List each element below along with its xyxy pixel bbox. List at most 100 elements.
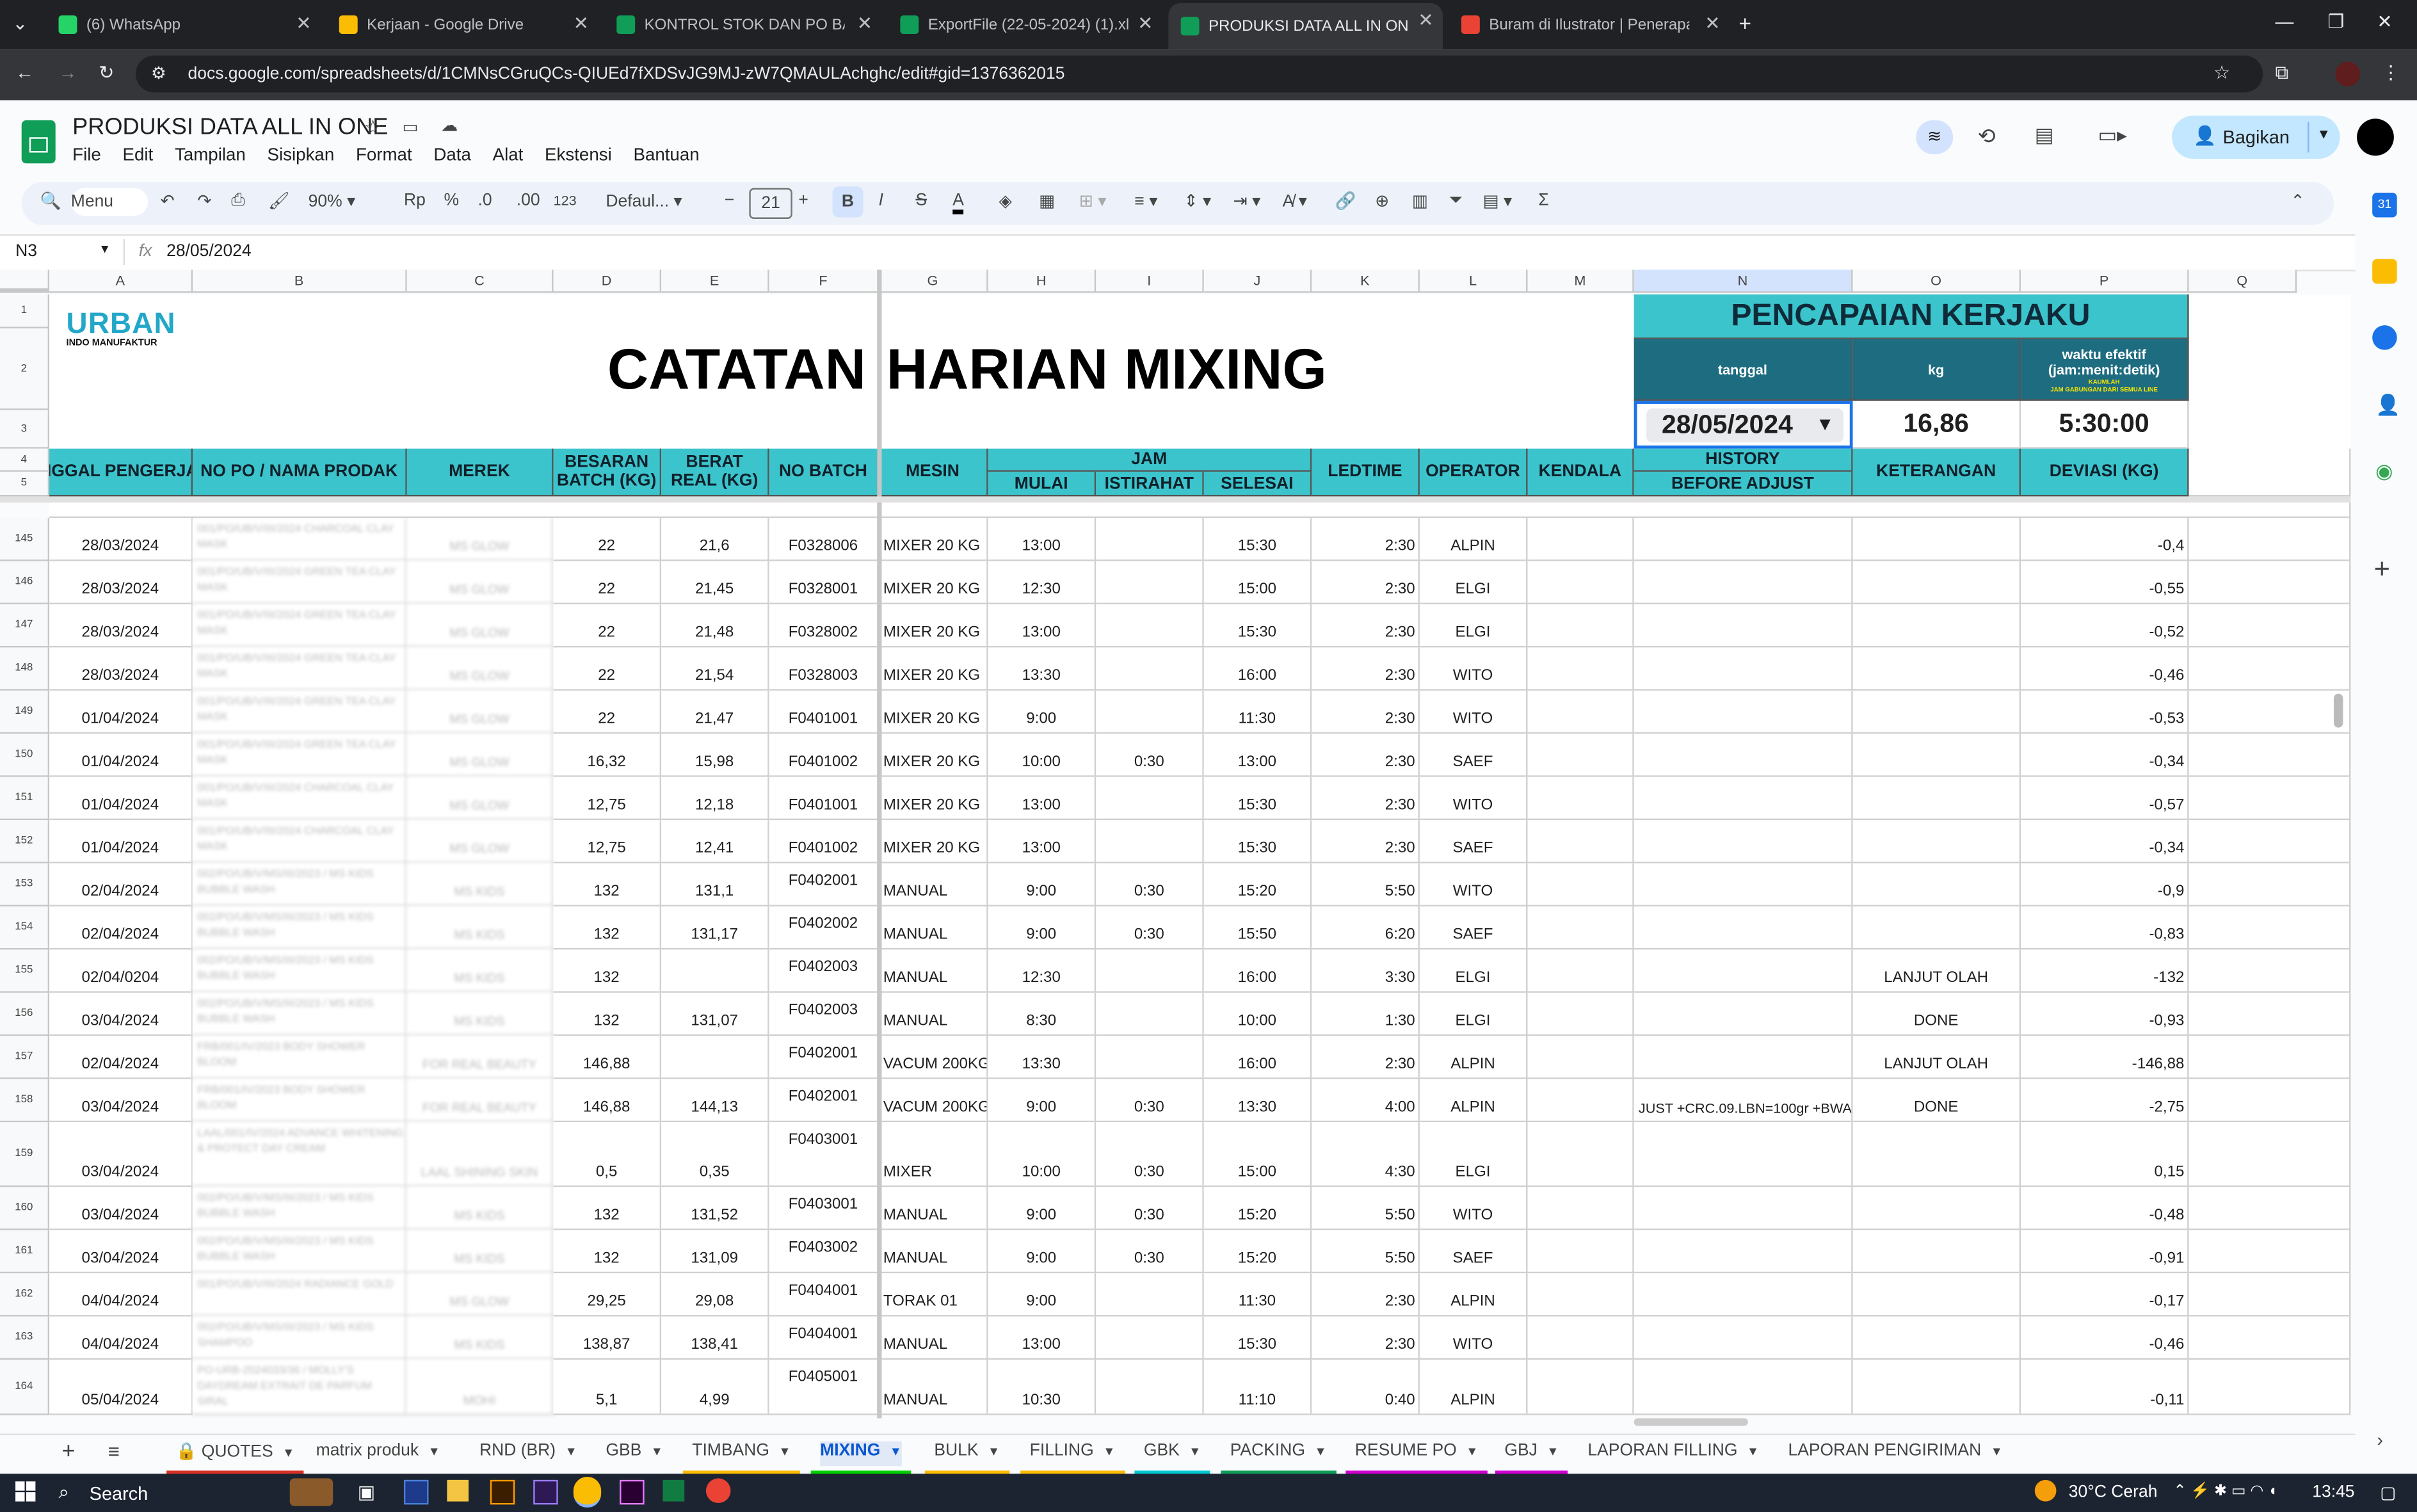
cell-merek[interactable]: MS GLOW: [406, 1273, 554, 1317]
cell-history[interactable]: [1634, 604, 1853, 648]
cell-mulai[interactable]: 13:30: [988, 647, 1096, 691]
cell-ledtime[interactable]: 2:30: [1312, 690, 1420, 734]
cell-merek[interactable]: MS KIDS: [406, 906, 554, 950]
cell-selesai[interactable]: 16:00: [1203, 647, 1312, 691]
paint-format-icon[interactable]: 🖌: [268, 191, 290, 211]
explore-icon[interactable]: ≋: [1916, 120, 1954, 154]
cell-merek[interactable]: LAAL SHINING SKIN: [406, 1122, 554, 1187]
cell-selesai[interactable]: 13:30: [1203, 1079, 1312, 1123]
row-header[interactable]: 164: [0, 1359, 50, 1415]
cell-ledtime[interactable]: 6:20: [1312, 906, 1420, 950]
windows-start-icon[interactable]: [15, 1481, 37, 1503]
cell-besaran[interactable]: 22: [553, 518, 662, 561]
redo-icon[interactable]: ↷: [197, 191, 211, 211]
cell-empty[interactable]: [2188, 647, 2351, 691]
column-header-M[interactable]: M: [1527, 269, 1634, 293]
cell-nopo[interactable]: PO-URB-2024033/36 / MOLLY'S DAYDREAM EXT…: [193, 1359, 407, 1415]
cell-deviasi[interactable]: -0,55: [2021, 561, 2189, 604]
menu-alat[interactable]: Alat: [493, 147, 524, 165]
cell-istirahat[interactable]: 0:30: [1096, 906, 1204, 950]
cell-merek[interactable]: FOR REAL BEAUTY: [406, 1036, 554, 1079]
add-sheet-icon[interactable]: +: [61, 1438, 75, 1465]
cell-merek[interactable]: MS GLOW: [406, 690, 554, 734]
cell-mesin[interactable]: VACUM 200KG: [878, 1079, 988, 1123]
cell-berat[interactable]: 131,17: [661, 906, 769, 950]
cell-deviasi[interactable]: -0,11: [2021, 1359, 2189, 1415]
browser-tab[interactable]: Kerjaan - Google Drive ✕: [327, 6, 598, 44]
cell-berat[interactable]: 12,18: [661, 776, 769, 821]
cell-istirahat[interactable]: 0:30: [1096, 1079, 1204, 1123]
cell-operator[interactable]: SAEF: [1419, 906, 1528, 950]
cell-besaran[interactable]: 12,75: [553, 820, 662, 864]
cell-tanggal[interactable]: 01/04/2024: [49, 690, 193, 734]
task-view-icon[interactable]: ▣: [358, 1481, 375, 1503]
sheet-tab-packing[interactable]: PACKING ▼: [1221, 1442, 1336, 1476]
row-header[interactable]: 163: [0, 1316, 50, 1360]
chrome-taskbar-icon[interactable]: [573, 1477, 602, 1508]
cell-deviasi[interactable]: 0,15: [2021, 1122, 2189, 1187]
row-header[interactable]: 160: [0, 1187, 50, 1230]
text-color-icon[interactable]: A: [952, 191, 964, 214]
cell-nobatch[interactable]: F0405001: [769, 1359, 879, 1415]
sheet-tab-dropdown-icon[interactable]: ▼: [1189, 1444, 1201, 1458]
column-header-P[interactable]: P: [2021, 269, 2189, 293]
cell-tanggal[interactable]: 02/04/2024: [49, 863, 193, 906]
cell-nopo[interactable]: 001/PO/UB/V/III/2024 GREEN TEA CLAY MASK: [193, 604, 407, 648]
menu-tampilan[interactable]: Tampilan: [175, 147, 246, 165]
cell-ledtime[interactable]: 2:30: [1312, 604, 1420, 648]
cell-nopo[interactable]: 001/PO/UB/V/III/2024 GREEN TEA CLAY MASK: [193, 561, 407, 604]
cell-mesin[interactable]: MIXER 20 KG: [878, 604, 988, 648]
sheet-tab-gbk[interactable]: GBK ▼: [1134, 1442, 1210, 1476]
cell-mulai[interactable]: 9:00: [988, 1230, 1096, 1274]
column-header-C[interactable]: C: [406, 269, 554, 293]
calendar-icon[interactable]: 31: [2372, 193, 2397, 218]
cell-mesin[interactable]: MIXER 20 KG: [878, 690, 988, 734]
cell-empty[interactable]: [2188, 906, 2351, 950]
cell-operator[interactable]: ELGI: [1419, 604, 1528, 648]
decrease-decimal-button[interactable]: .0: [478, 191, 492, 210]
cell-empty[interactable]: [2188, 1273, 2351, 1317]
cell-empty[interactable]: [2188, 690, 2351, 734]
cell-nopo[interactable]: FRB/001/IV/2023 BODY SHOWER BLOOM: [193, 1079, 407, 1123]
cell-merek[interactable]: MS GLOW: [406, 561, 554, 604]
cell-operator[interactable]: WITO: [1419, 690, 1528, 734]
menu-data[interactable]: Data: [433, 147, 471, 165]
insert-link-icon[interactable]: 🔗: [1335, 191, 1356, 211]
insert-comment-icon[interactable]: ⊕: [1375, 191, 1389, 211]
cell-history[interactable]: [1634, 561, 1853, 604]
cell-keterangan[interactable]: [1852, 1187, 2021, 1230]
cell-istirahat[interactable]: 0:30: [1096, 1122, 1204, 1187]
cell-berat[interactable]: 21,47: [661, 690, 769, 734]
cell-istirahat[interactable]: [1096, 647, 1204, 691]
cell-tanggal[interactable]: 02/04/2024: [49, 906, 193, 950]
excel-taskbar-icon[interactable]: [662, 1479, 685, 1502]
row-header[interactable]: 146: [0, 561, 50, 604]
show-side-panel-icon[interactable]: ›: [2377, 1429, 2383, 1451]
cell-empty[interactable]: [2188, 949, 2351, 993]
sheet-tab-gbj[interactable]: GBJ ▼: [1495, 1442, 1568, 1476]
cell-ledtime[interactable]: 1:30: [1312, 992, 1420, 1036]
column-header-F[interactable]: F: [769, 269, 879, 293]
row-header[interactable]: 147: [0, 604, 50, 648]
cell-mulai[interactable]: 13:00: [988, 604, 1096, 648]
increase-decimal-button[interactable]: .00: [517, 191, 540, 210]
cell-history[interactable]: [1634, 1359, 1853, 1415]
sheet-tab-resume-po[interactable]: RESUME PO ▼: [1345, 1442, 1488, 1476]
cell-ledtime[interactable]: 4:30: [1312, 1122, 1420, 1187]
chrome-alt-taskbar-icon[interactable]: [705, 1478, 731, 1503]
cell-empty[interactable]: [2188, 1122, 2351, 1187]
cell-nobatch[interactable]: F0404001: [769, 1316, 879, 1360]
cell-empty[interactable]: [2188, 1187, 2351, 1230]
reload-icon[interactable]: ↻: [99, 61, 114, 83]
cell-history[interactable]: [1634, 647, 1853, 691]
row-header[interactable]: 149: [0, 690, 50, 734]
cell-mulai[interactable]: 9:00: [988, 1273, 1096, 1317]
cell-deviasi[interactable]: -0,17: [2021, 1273, 2189, 1317]
keep-icon[interactable]: [2372, 259, 2397, 284]
cell-kendala[interactable]: [1527, 1122, 1634, 1187]
cell-besaran[interactable]: 132: [553, 906, 662, 950]
filter-icon[interactable]: ⏷: [1449, 191, 1463, 211]
vertical-scrollbar-thumb[interactable]: [2333, 693, 2343, 728]
collapse-toolbar-icon[interactable]: ⌃: [2291, 191, 2305, 211]
cell-nopo[interactable]: 001/PO/UB/V/III/2024 GREEN TEA CLAY MASK: [193, 690, 407, 734]
